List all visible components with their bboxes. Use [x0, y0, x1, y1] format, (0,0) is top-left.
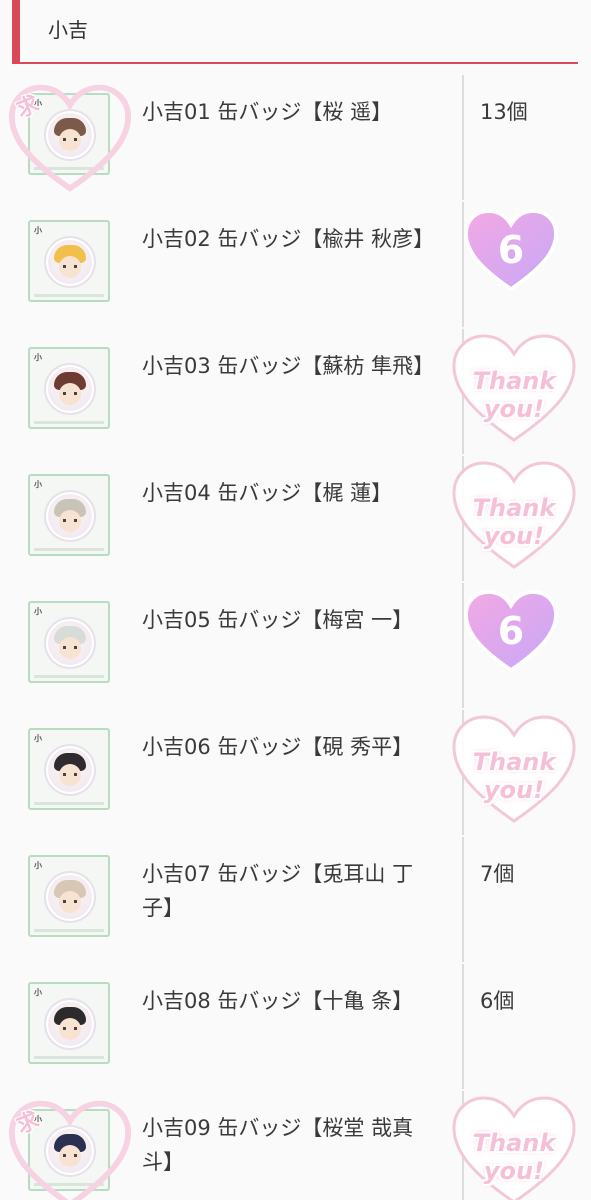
badge-thumbnail[interactable]: 小	[28, 347, 110, 429]
item-name[interactable]: 小吉06 缶バッジ【硯 秀平】	[142, 730, 442, 764]
thank-you-sticker: Thank you!	[450, 1091, 578, 1200]
thank-you-label: Thank you!	[472, 1129, 556, 1185]
character-eyes	[63, 900, 77, 903]
brand-logo-icon: 小	[34, 352, 42, 362]
thumbnail-caption-strip	[34, 675, 104, 678]
item-quantity: 6個	[480, 989, 515, 1013]
character-eyes	[63, 773, 77, 776]
badge-thumbnail[interactable]: 小	[28, 601, 110, 683]
brand-logo-icon: 小	[34, 606, 42, 616]
list-item[interactable]: 小 小吉02 缶バッジ【楡井 秋彦】 6	[0, 202, 591, 327]
item-name[interactable]: 小吉09 缶バッジ【桜堂 哉真斗】	[142, 1111, 442, 1179]
thumbnail-caption-strip	[34, 802, 104, 805]
brand-logo-icon: 小	[34, 225, 42, 235]
thumbnail-caption-strip	[34, 548, 104, 551]
section-header: 小吉	[12, 0, 578, 64]
brand-logo-icon: 小	[34, 733, 42, 743]
list-item[interactable]: 小 小吉03 缶バッジ【蘇枋 隼飛】 Thank you!	[0, 329, 591, 454]
list-item[interactable]: 小 小吉09 缶バッジ【桜堂 哉真斗】 Thank you! 求	[0, 1091, 591, 1200]
character-eyes	[63, 646, 77, 649]
badge-image	[44, 236, 96, 288]
thank-you-label: Thank you!	[472, 367, 556, 423]
thank-you-sticker: Thank you!	[450, 456, 578, 574]
list-item[interactable]: 小 小吉07 缶バッジ【兎耳山 丁子】 7個	[0, 837, 591, 962]
thumbnail-caption-strip	[34, 421, 104, 424]
column-divider	[462, 837, 464, 962]
heart-count: 6	[497, 609, 525, 653]
item-name[interactable]: 小吉08 缶バッジ【十亀 条】	[142, 984, 442, 1018]
badge-image	[44, 998, 96, 1050]
badge-thumbnail[interactable]: 小	[28, 220, 110, 302]
item-name[interactable]: 小吉05 缶バッジ【梅宮 一】	[142, 603, 442, 637]
item-name[interactable]: 小吉04 缶バッジ【梶 蓮】	[142, 476, 442, 510]
wanted-heart-sticker: 求	[8, 77, 132, 199]
heart-count-sticker: 6	[462, 208, 560, 292]
list-item[interactable]: 小 小吉06 缶バッジ【硯 秀平】 Thank you!	[0, 710, 591, 835]
list-item[interactable]: 小 小吉01 缶バッジ【桜 遥】 13個 求	[0, 75, 591, 200]
thank-you-sticker: Thank you!	[450, 329, 578, 447]
badge-image	[44, 363, 96, 415]
thumbnail-caption-strip	[34, 294, 104, 297]
badge-thumbnail[interactable]: 小	[28, 474, 110, 556]
wanted-heart-sticker: 求	[8, 1093, 132, 1200]
item-name[interactable]: 小吉07 缶バッジ【兎耳山 丁子】	[142, 857, 442, 925]
heart-count-sticker: 6	[462, 589, 560, 673]
thumbnail-caption-strip	[34, 1056, 104, 1059]
badge-image	[44, 490, 96, 542]
badge-thumbnail[interactable]: 小	[28, 728, 110, 810]
badge-thumbnail[interactable]: 小	[28, 855, 110, 937]
column-divider	[462, 75, 464, 200]
item-name[interactable]: 小吉02 缶バッジ【楡井 秋彦】	[142, 222, 442, 256]
thank-you-label: Thank you!	[472, 748, 556, 804]
brand-logo-icon: 小	[34, 860, 42, 870]
list-item[interactable]: 小 小吉08 缶バッジ【十亀 条】 6個	[0, 964, 591, 1089]
list-item[interactable]: 小 小吉05 缶バッジ【梅宮 一】 6	[0, 583, 591, 708]
character-eyes	[63, 265, 77, 268]
list-item[interactable]: 小 小吉04 缶バッジ【梶 蓮】 Thank you!	[0, 456, 591, 581]
character-eyes	[63, 392, 77, 395]
badge-image	[44, 871, 96, 923]
badge-image	[44, 744, 96, 796]
item-name[interactable]: 小吉03 缶バッジ【蘇枋 隼飛】	[142, 349, 442, 383]
item-quantity: 7個	[480, 862, 515, 886]
brand-logo-icon: 小	[34, 987, 42, 997]
item-name[interactable]: 小吉01 缶バッジ【桜 遥】	[142, 95, 442, 129]
thank-you-sticker: Thank you!	[450, 710, 578, 828]
brand-logo-icon: 小	[34, 479, 42, 489]
badge-thumbnail[interactable]: 小	[28, 982, 110, 1064]
badge-image	[44, 617, 96, 669]
thumbnail-caption-strip	[34, 929, 104, 932]
section-title: 小吉	[48, 18, 88, 42]
page: 小吉 小 小吉01 缶バッジ【桜 遥】 13個 求 小 小吉02 缶バッジ【楡井…	[0, 0, 591, 1200]
thank-you-label: Thank you!	[472, 494, 556, 550]
column-divider	[462, 964, 464, 1089]
character-eyes	[63, 519, 77, 522]
heart-count: 6	[497, 228, 525, 272]
character-eyes	[63, 1027, 77, 1030]
item-quantity: 13個	[480, 100, 528, 124]
